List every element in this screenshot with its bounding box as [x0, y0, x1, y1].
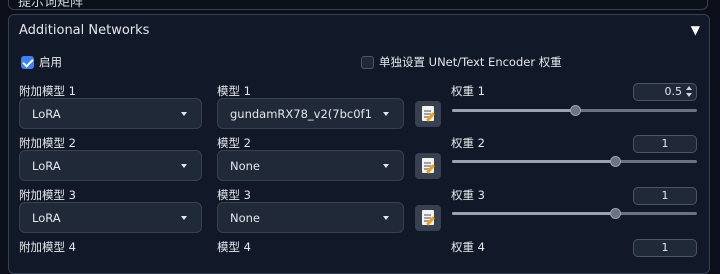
model-2-info-button[interactable] — [415, 153, 441, 179]
additional-model-3-value: LoRA — [32, 211, 61, 225]
model-1-value: gundamRX78_v2(7bc0f1239f74) — [230, 107, 372, 121]
slider-thumb[interactable] — [569, 105, 581, 116]
additional-networks-panel: Additional Networks ▼ 启用 单独设置 UNet/Text … — [8, 14, 710, 274]
enable-checkbox[interactable] — [21, 56, 34, 69]
chevron-down-icon — [383, 112, 389, 116]
weight-2-label: 权重 2 — [451, 136, 485, 150]
spinner-icon[interactable] — [685, 85, 693, 99]
previous-section-title: 提示词矩阵 — [18, 0, 84, 10]
caret-down-icon[interactable]: ▼ — [691, 23, 700, 37]
weight-2-value: 1 — [661, 137, 669, 150]
model-3-info-button[interactable] — [415, 205, 441, 231]
weight-1-number-input[interactable]: 0.5 — [633, 83, 697, 101]
weight-1-value: 0.5 — [664, 85, 683, 98]
weight-4-label: 权重 4 — [451, 240, 485, 254]
weight-2-number-input[interactable]: 1 — [633, 135, 697, 153]
panel-title[interactable]: Additional Networks — [19, 23, 149, 38]
additional-model-2-label: 附加模型 2 — [19, 136, 76, 150]
slider-thumb[interactable] — [610, 156, 622, 167]
slider-fill — [452, 109, 575, 112]
additional-model-2-select[interactable]: LoRA — [19, 150, 202, 181]
model-1-info-button[interactable] — [415, 101, 441, 127]
chevron-down-icon — [181, 216, 187, 220]
slider-fill — [452, 160, 616, 163]
separate-weights-checkbox[interactable] — [361, 56, 374, 69]
additional-model-1-value: LoRA — [32, 107, 61, 121]
model-3-select[interactable]: None — [217, 202, 404, 233]
chevron-down-icon — [383, 164, 389, 168]
additional-model-3-label: 附加模型 3 — [19, 188, 76, 202]
additional-model-1-select[interactable]: LoRA — [19, 98, 202, 129]
model-2-label: 模型 2 — [217, 136, 251, 150]
model-3-value: None — [230, 211, 261, 225]
enable-label: 启用 — [39, 55, 62, 69]
model-2-select[interactable]: None — [217, 150, 404, 181]
separate-weights-label: 单独设置 UNet/Text Encoder 权重 — [379, 55, 562, 69]
weight-3-number-input[interactable]: 1 — [633, 187, 697, 205]
model-2-value: None — [230, 159, 261, 173]
chevron-down-icon — [181, 112, 187, 116]
chevron-down-icon — [383, 216, 389, 220]
weight-4-value: 1 — [661, 241, 669, 254]
clipped-previous-section: 提示词矩阵 — [0, 0, 720, 12]
weight-1-slider[interactable] — [452, 103, 697, 117]
model-1-label: 模型 1 — [217, 84, 251, 98]
slider-thumb[interactable] — [610, 208, 622, 219]
model-3-label: 模型 3 — [217, 188, 251, 202]
model-1-select[interactable]: gundamRX78_v2(7bc0f1239f74) — [217, 98, 404, 129]
additional-model-1-label: 附加模型 1 — [19, 84, 76, 98]
model-4-label: 模型 4 — [217, 240, 251, 254]
weight-3-slider[interactable] — [452, 206, 697, 220]
slider-fill — [452, 212, 616, 215]
weight-2-slider[interactable] — [452, 154, 697, 168]
weight-3-label: 权重 3 — [451, 188, 485, 202]
weight-3-value: 1 — [661, 189, 669, 202]
previous-section-border — [8, 0, 708, 10]
weight-1-label: 权重 1 — [451, 84, 485, 98]
additional-model-4-label: 附加模型 4 — [19, 240, 76, 254]
weight-4-number-input[interactable]: 1 — [633, 239, 697, 257]
chevron-down-icon — [181, 164, 187, 168]
additional-model-3-select[interactable]: LoRA — [19, 202, 202, 233]
additional-model-2-value: LoRA — [32, 159, 61, 173]
